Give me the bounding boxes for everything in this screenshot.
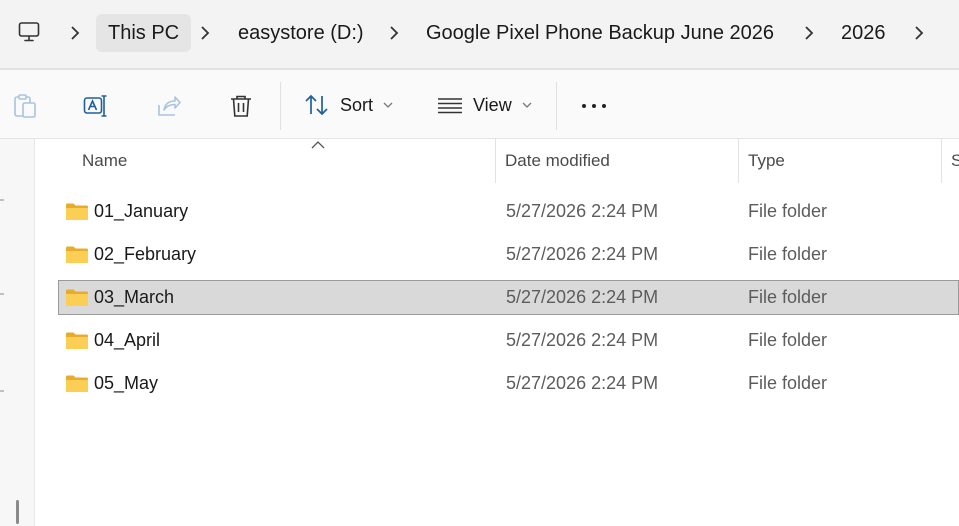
folder-icon [66,375,88,392]
file-name: 05_May [94,373,159,393]
column-divider[interactable] [495,139,496,183]
chevron-right-icon[interactable] [68,24,82,42]
column-header-type[interactable]: Type [748,139,785,183]
file-type: File folder [748,244,828,264]
breadcrumb-backup-folder[interactable]: Google Pixel Phone Backup June 2026 [414,14,786,52]
breadcrumb-this-pc[interactable]: This PC [96,14,192,52]
paste-icon[interactable] [12,93,38,119]
folder-icon [66,332,88,349]
more-icon[interactable] [581,93,607,119]
file-name: 02_February [94,244,197,264]
column-header-date-modified[interactable]: Date modified [505,139,610,183]
column-header-row: Name Date modified Type S [34,139,959,183]
file-name: 04_April [94,330,161,350]
file-row[interactable]: 04_April 5/27/2026 2:24 PM File folder [58,323,959,358]
file-date-modified: 5/27/2026 2:24 PM [506,373,659,393]
share-icon[interactable] [156,93,182,119]
folder-icon [66,289,88,306]
chevron-down-icon [383,102,393,108]
computer-icon[interactable] [18,21,40,43]
file-row[interactable]: 02_February 5/27/2026 2:24 PM File folde… [58,237,959,272]
file-date-modified: 5/27/2026 2:24 PM [506,330,659,350]
file-date-modified: 5/27/2026 2:24 PM [506,244,659,264]
file-date-modified: 5/27/2026 2:24 PM [506,287,659,307]
column-header-name[interactable]: Name [82,139,127,183]
file-row[interactable]: 03_March 5/27/2026 2:24 PM File folder [58,280,959,315]
nav-scrollbar[interactable] [16,500,19,524]
view-button[interactable]: View [437,88,532,122]
breadcrumb-easystore[interactable]: easystore (D:) [226,14,376,52]
sort-button[interactable]: Sort [304,88,393,122]
nav-marker [0,293,4,295]
file-type: File folder [748,330,828,350]
column-header-size[interactable]: S [951,139,959,183]
command-divider [280,82,281,130]
navigation-pane[interactable] [0,139,35,526]
chevron-right-icon[interactable] [912,24,926,42]
delete-icon[interactable] [228,93,254,119]
file-row[interactable]: 05_May 5/27/2026 2:24 PM File folder [58,366,959,401]
sort-ascending-icon [311,141,325,149]
file-date-modified: 5/27/2026 2:24 PM [506,201,659,221]
column-divider[interactable] [941,139,942,183]
file-row[interactable]: 01_January 5/27/2026 2:24 PM File folder [58,194,959,229]
command-bar: Sort View [0,70,959,139]
file-type: File folder [748,373,828,393]
file-name: 03_March [94,287,175,307]
address-bar: This PC easystore (D:) Google Pixel Phon… [0,0,959,70]
sort-icon [305,94,328,116]
file-name: 01_January [94,201,189,221]
folder-icon [66,246,88,263]
sort-label: Sort [340,94,374,115]
chevron-right-icon[interactable] [387,24,401,42]
chevron-right-icon[interactable] [198,24,212,42]
file-type: File folder [748,201,828,221]
view-icon [438,98,462,114]
nav-marker [0,199,4,201]
nav-marker [0,390,4,392]
command-divider [556,82,557,130]
view-label: View [473,94,512,115]
column-divider[interactable] [738,139,739,183]
chevron-down-icon [522,102,532,108]
file-type: File folder [748,287,828,307]
rename-icon[interactable] [83,93,109,119]
folder-icon [66,203,88,220]
chevron-right-icon[interactable] [802,24,816,42]
breadcrumb-2026[interactable]: 2026 [829,14,898,52]
